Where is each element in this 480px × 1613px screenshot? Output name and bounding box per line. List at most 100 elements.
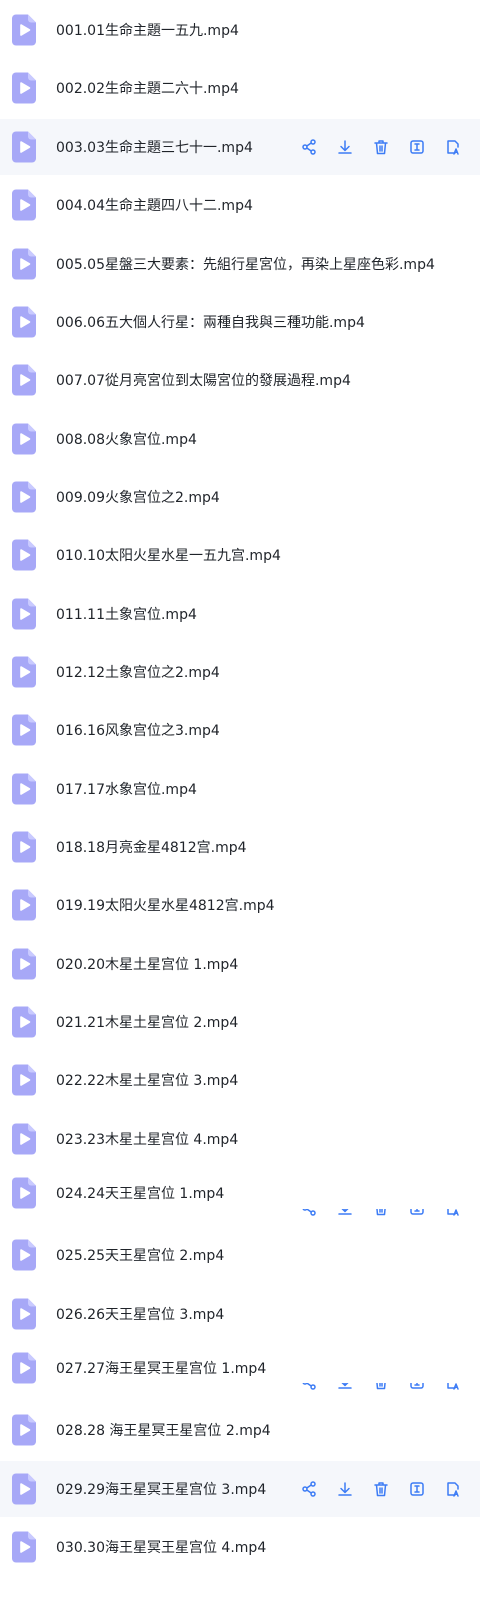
file-row[interactable]: 004.04生命主題四八十二.mp4 — [0, 177, 480, 233]
file-name[interactable]: 024.24天王星宫位 1.mp4 — [56, 1183, 224, 1203]
row-actions — [300, 138, 462, 156]
download-icon[interactable] — [336, 138, 354, 156]
file-name[interactable]: 005.05星盤三大要素：先組行星宮位，再染上星座色彩.mp4 — [56, 254, 435, 274]
more-icon[interactable] — [444, 1209, 462, 1217]
file-name[interactable]: 030.30海王星冥王星宫位 4.mp4 — [56, 1537, 266, 1557]
file-row[interactable]: 010.10太阳火星水星一五九宫.mp4 — [0, 527, 480, 583]
file-row[interactable]: 003.03生命主題三七十一.mp4 — [0, 119, 480, 175]
file-row[interactable]: 016.16风象宫位之3.mp4 — [0, 702, 480, 758]
file-name[interactable]: 006.06五大個人行星：兩種自我與三種功能.mp4 — [56, 312, 365, 332]
file-row[interactable]: 001.01生命主題一五九.mp4 — [0, 2, 480, 58]
file-name[interactable]: 004.04生命主題四八十二.mp4 — [56, 195, 253, 215]
delete-icon[interactable] — [372, 138, 390, 156]
video-file-icon — [12, 1473, 36, 1505]
row-actions — [300, 1480, 462, 1498]
file-row[interactable]: 022.22木星土星宫位 3.mp4 — [0, 1052, 480, 1108]
video-file-icon — [12, 1531, 36, 1563]
file-row[interactable]: 007.07從月亮宮位到太陽宮位的發展過程.mp4 — [0, 352, 480, 408]
file-row[interactable]: 005.05星盤三大要素：先組行星宮位，再染上星座色彩.mp4 — [0, 236, 480, 292]
more-icon[interactable] — [444, 1480, 462, 1498]
file-name[interactable]: 016.16风象宫位之3.mp4 — [56, 720, 220, 740]
delete-icon[interactable] — [372, 1383, 390, 1391]
more-icon[interactable] — [444, 1383, 462, 1391]
file-row[interactable]: 009.09火象宫位之2.mp4 — [0, 469, 480, 525]
video-file-icon — [12, 481, 36, 513]
file-name[interactable]: 018.18月亮金星4812宫.mp4 — [56, 837, 247, 857]
video-file-icon — [12, 1352, 36, 1383]
file-row[interactable]: 018.18月亮金星4812宫.mp4 — [0, 819, 480, 875]
file-name[interactable]: 010.10太阳火星水星一五九宫.mp4 — [56, 545, 281, 565]
file-name[interactable]: 028.28 海王星冥王星宫位 2.mp4 — [56, 1420, 271, 1440]
delete-icon[interactable] — [372, 1209, 390, 1217]
download-icon[interactable] — [336, 1383, 354, 1391]
file-name[interactable]: 020.20木星土星宫位 1.mp4 — [56, 954, 238, 974]
video-file-icon — [12, 248, 36, 280]
file-name[interactable]: 017.17水象宫位.mp4 — [56, 779, 197, 799]
file-name[interactable]: 026.26天王星宫位 3.mp4 — [56, 1304, 224, 1324]
file-name[interactable]: 027.27海王星冥王星宫位 1.mp4 — [56, 1358, 266, 1378]
rename-icon[interactable] — [408, 1480, 426, 1498]
more-icon[interactable] — [444, 138, 462, 156]
file-row[interactable]: 012.12土象宫位之2.mp4 — [0, 644, 480, 700]
video-file-icon — [12, 1006, 36, 1038]
file-row[interactable]: 006.06五大個人行星：兩種自我與三種功能.mp4 — [0, 294, 480, 350]
video-file-icon — [12, 131, 36, 163]
file-row[interactable]: 017.17水象宫位.mp4 — [0, 761, 480, 817]
download-icon[interactable] — [336, 1209, 354, 1217]
video-file-icon — [12, 714, 36, 746]
video-file-icon — [12, 889, 36, 921]
file-name[interactable]: 007.07從月亮宮位到太陽宮位的發展過程.mp4 — [56, 370, 351, 390]
file-row[interactable]: 029.29海王星冥王星宫位 3.mp4 — [0, 1461, 480, 1517]
video-file-icon — [12, 189, 36, 221]
file-name[interactable]: 009.09火象宫位之2.mp4 — [56, 487, 220, 507]
file-row[interactable]: 002.02生命主題二六十.mp4 — [0, 60, 480, 116]
rename-icon[interactable] — [408, 1209, 426, 1217]
file-name[interactable]: 021.21木星土星宫位 2.mp4 — [56, 1012, 238, 1032]
file-name[interactable]: 023.23木星土星宫位 4.mp4 — [56, 1129, 238, 1149]
file-name[interactable]: 022.22木星土星宫位 3.mp4 — [56, 1070, 238, 1090]
file-row[interactable]: 008.08火象宫位.mp4 — [0, 411, 480, 467]
file-name[interactable]: 019.19太阳火星水星4812宫.mp4 — [56, 895, 275, 915]
row-actions — [300, 1383, 462, 1391]
file-row[interactable]: 025.25天王星宫位 2.mp4 — [0, 1227, 480, 1283]
video-file-icon — [12, 423, 36, 455]
file-name[interactable]: 011.11土象宫位.mp4 — [56, 604, 197, 624]
row-actions — [300, 1209, 462, 1217]
file-row[interactable]: 028.28 海王星冥王星宫位 2.mp4 — [0, 1402, 480, 1458]
share-icon[interactable] — [300, 1209, 318, 1217]
rename-icon[interactable] — [408, 1383, 426, 1391]
download-icon[interactable] — [336, 1480, 354, 1498]
share-icon[interactable] — [300, 1383, 318, 1391]
video-file-icon — [12, 306, 36, 338]
file-row[interactable]: 011.11土象宫位.mp4 — [0, 586, 480, 642]
video-file-icon — [12, 1123, 36, 1155]
file-row[interactable]: 027.27海王星冥王星宫位 1.mp4 — [0, 1344, 480, 1391]
file-name[interactable]: 001.01生命主題一五九.mp4 — [56, 20, 239, 40]
video-file-icon — [12, 14, 36, 46]
file-row[interactable]: 020.20木星土星宫位 1.mp4 — [0, 936, 480, 992]
video-file-icon — [12, 948, 36, 980]
file-name[interactable]: 025.25天王星宫位 2.mp4 — [56, 1245, 224, 1265]
rename-icon[interactable] — [408, 138, 426, 156]
video-file-icon — [12, 539, 36, 571]
share-icon[interactable] — [300, 138, 318, 156]
file-name[interactable]: 029.29海王星冥王星宫位 3.mp4 — [56, 1479, 266, 1499]
video-file-icon — [12, 598, 36, 630]
video-file-icon — [12, 364, 36, 396]
video-file-icon — [12, 656, 36, 688]
file-row[interactable]: 019.19太阳火星水星4812宫.mp4 — [0, 877, 480, 933]
file-name[interactable]: 003.03生命主題三七十一.mp4 — [56, 137, 253, 157]
delete-icon[interactable] — [372, 1480, 390, 1498]
video-file-icon — [12, 1414, 36, 1446]
video-file-icon — [12, 1298, 36, 1330]
file-row[interactable]: 021.21木星土星宫位 2.mp4 — [0, 994, 480, 1050]
file-row[interactable]: 026.26天王星宫位 3.mp4 — [0, 1286, 480, 1342]
file-name[interactable]: 002.02生命主題二六十.mp4 — [56, 78, 239, 98]
file-row[interactable]: 030.30海王星冥王星宫位 4.mp4 — [0, 1519, 480, 1575]
file-row[interactable]: 023.23木星土星宫位 4.mp4 — [0, 1111, 480, 1167]
file-row[interactable]: 024.24天王星宫位 1.mp4 — [0, 1169, 480, 1217]
share-icon[interactable] — [300, 1480, 318, 1498]
file-name[interactable]: 012.12土象宫位之2.mp4 — [56, 662, 220, 682]
video-file-icon — [12, 72, 36, 104]
file-name[interactable]: 008.08火象宫位.mp4 — [56, 429, 197, 449]
